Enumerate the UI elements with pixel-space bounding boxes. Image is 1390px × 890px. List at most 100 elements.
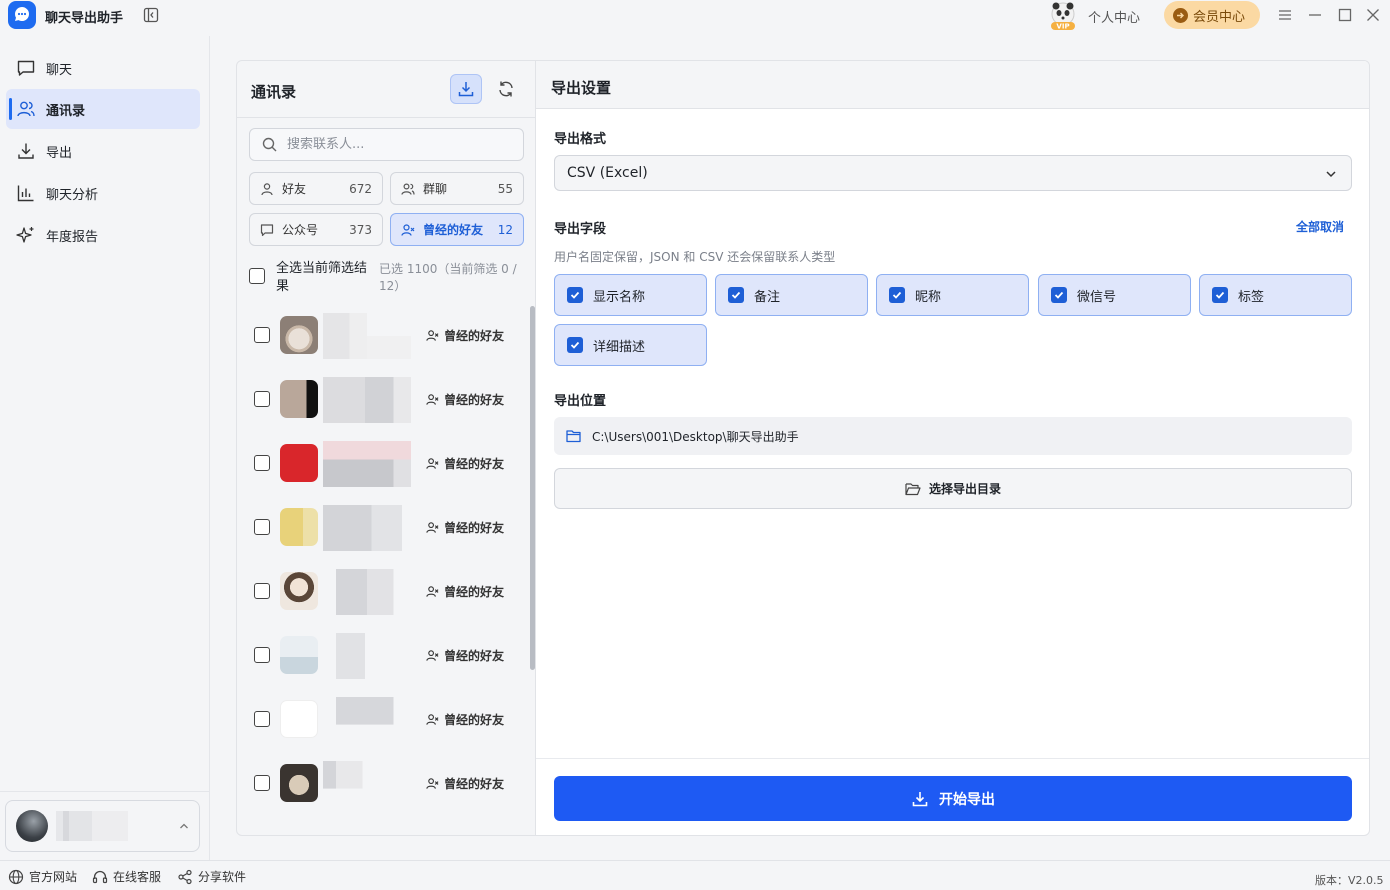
row-checkbox[interactable] — [254, 327, 270, 343]
fields-label: 导出字段 — [554, 222, 607, 237]
tab-friends[interactable]: 好友 672 — [249, 172, 383, 205]
row-checkbox[interactable] — [254, 647, 270, 663]
contact-tag: 曾经的好友 — [426, 775, 504, 792]
sidebar-item-chat[interactable]: 聊天 — [6, 48, 200, 88]
refresh-button[interactable] — [490, 74, 522, 104]
select-all-label: 全选当前筛选结果 — [276, 261, 368, 294]
field-wechat-id[interactable]: 微信号 — [1038, 274, 1191, 316]
deselect-all-link[interactable]: 全部取消 — [1296, 218, 1344, 235]
person-icon — [260, 182, 274, 196]
field-nickname[interactable]: 昵称 — [876, 274, 1029, 316]
start-export-button[interactable]: 开始导出 — [554, 776, 1352, 821]
globe-icon — [8, 869, 24, 885]
group-icon — [401, 182, 415, 196]
list-item[interactable]: 曾经的好友 — [237, 561, 527, 625]
contact-tag-label: 曾经的好友 — [444, 713, 505, 727]
tab-official-accounts[interactable]: 公众号 373 — [249, 213, 383, 246]
choose-directory-button[interactable]: 选择导出目录 — [554, 468, 1352, 509]
user-profile-card[interactable] — [5, 800, 200, 852]
contact-tag: 曾经的好友 — [426, 391, 504, 408]
select-all-checkbox[interactable] — [249, 268, 265, 284]
field-description[interactable]: 详细描述 — [554, 324, 707, 366]
contact-list-scrollbar[interactable] — [530, 306, 535, 670]
list-item[interactable]: 曾经的好友 — [237, 497, 527, 561]
export-contacts-button[interactable] — [450, 74, 482, 104]
contact-tag: 曾经的好友 — [426, 647, 504, 664]
row-checkbox[interactable] — [254, 519, 270, 535]
contact-tag-label: 曾经的好友 — [444, 649, 505, 663]
personal-center-link[interactable]: 个人中心 — [1088, 7, 1140, 26]
choose-directory-label: 选择导出目录 — [928, 482, 1001, 496]
tab-count: 672 — [349, 181, 372, 196]
maximize-icon[interactable] — [1338, 8, 1352, 22]
arrow-right-circle-icon — [1173, 7, 1188, 23]
menu-icon[interactable] — [1278, 8, 1292, 22]
avatar — [280, 508, 318, 546]
folder-icon — [566, 429, 582, 443]
list-item[interactable]: 曾经的好友 — [237, 369, 527, 433]
user-x-icon — [426, 393, 439, 406]
tab-label: 公众号 — [282, 223, 319, 237]
collapse-sidebar-icon[interactable] — [143, 7, 159, 23]
export-header: 导出设置 — [536, 61, 1369, 109]
field-tags[interactable]: 标签 — [1199, 274, 1352, 316]
list-item[interactable]: 曾经的好友 — [237, 305, 527, 369]
row-checkbox[interactable] — [254, 455, 270, 471]
tab-count: 373 — [349, 222, 372, 237]
format-select[interactable]: CSV (Excel) — [554, 155, 1352, 191]
field-label: 昵称 — [915, 289, 942, 305]
close-icon[interactable] — [1366, 8, 1380, 22]
contact-tag: 曾经的好友 — [426, 455, 504, 472]
sidebar-item-contacts[interactable]: 通讯录 — [6, 89, 200, 129]
vip-avatar-icon[interactable]: VIP — [1046, 1, 1080, 31]
contact-name-blurred — [323, 505, 411, 551]
row-checkbox[interactable] — [254, 775, 270, 791]
sidebar-item-label: 导出 — [46, 145, 73, 161]
member-center-button[interactable]: 会员中心 — [1164, 1, 1260, 29]
chevron-down-icon — [1325, 168, 1337, 180]
contact-tag: 曾经的好友 — [426, 711, 504, 728]
user-x-icon — [426, 329, 439, 342]
share-link[interactable]: 分享软件 — [177, 868, 246, 885]
avatar — [280, 700, 318, 738]
avatar — [280, 572, 318, 610]
tab-label: 群聊 — [423, 182, 448, 196]
search-field[interactable] — [249, 128, 524, 161]
row-checkbox[interactable] — [254, 711, 270, 727]
sidebar-item-label: 聊天 — [46, 62, 73, 78]
field-label: 微信号 — [1077, 289, 1117, 305]
tab-count: 12 — [497, 222, 513, 237]
user-x-icon — [401, 223, 415, 237]
user-x-icon — [426, 585, 439, 598]
sidebar-item-annual-report[interactable]: 年度报告 — [6, 215, 200, 255]
list-item[interactable]: 曾经的好友 — [237, 753, 527, 817]
field-remark[interactable]: 备注 — [715, 274, 868, 316]
download-icon — [16, 141, 36, 161]
status-bar: 官方网站 在线客服 分享软件 版本：V2.0.5 — [0, 860, 1390, 890]
divider — [237, 117, 535, 118]
search-input[interactable] — [287, 137, 507, 152]
official-site-label: 官方网站 — [29, 870, 78, 884]
tab-former-friends[interactable]: 曾经的好友 12 — [390, 213, 524, 246]
list-item[interactable]: 曾经的好友 — [237, 625, 527, 689]
online-service-link[interactable]: 在线客服 — [92, 868, 161, 885]
user-x-icon — [426, 521, 439, 534]
app-title: 聊天导出助手 — [45, 11, 124, 26]
list-item[interactable]: 曾经的好友 — [237, 689, 527, 753]
start-export-label: 开始导出 — [939, 791, 995, 808]
divider — [0, 791, 210, 792]
official-site-link[interactable]: 官方网站 — [8, 868, 77, 885]
contact-tag-label: 曾经的好友 — [444, 457, 505, 471]
checkbox-checked-icon — [889, 287, 905, 303]
sidebar-item-chat-analysis[interactable]: 聊天分析 — [6, 173, 200, 213]
row-checkbox[interactable] — [254, 583, 270, 599]
tab-count: 55 — [497, 181, 513, 196]
field-display-name[interactable]: 显示名称 — [554, 274, 707, 316]
row-checkbox[interactable] — [254, 391, 270, 407]
user-x-icon — [426, 649, 439, 662]
minimize-icon[interactable] — [1308, 8, 1322, 22]
avatar — [280, 316, 318, 354]
sidebar-item-export[interactable]: 导出 — [6, 131, 200, 171]
list-item[interactable]: 曾经的好友 — [237, 433, 527, 497]
tab-groups[interactable]: 群聊 55 — [390, 172, 524, 205]
